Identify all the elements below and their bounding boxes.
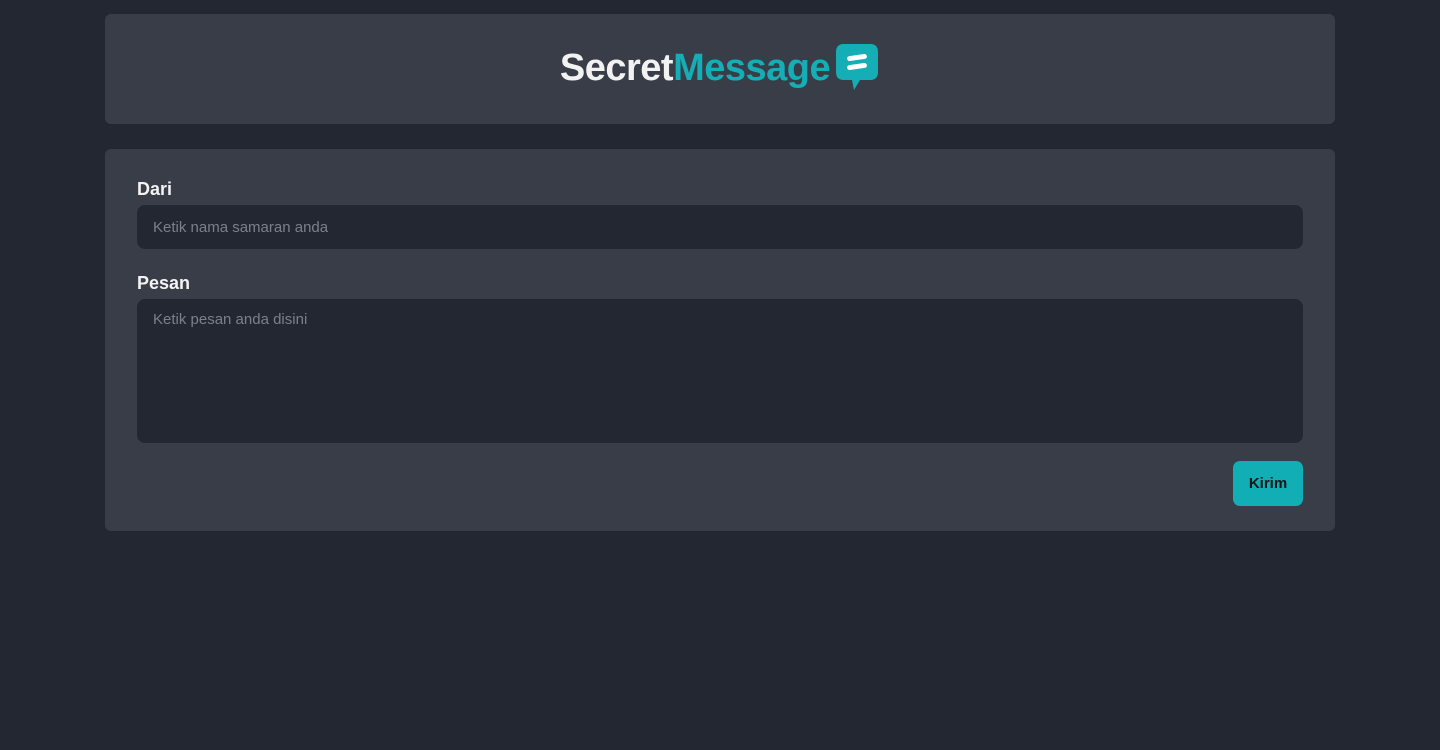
logo-text-secret: Secret xyxy=(559,47,674,89)
message-label: Pesan xyxy=(137,273,191,293)
message-form: Dari Pesan Kirim xyxy=(105,149,1335,531)
logo-text-message: Message xyxy=(673,47,831,89)
message-textarea[interactable] xyxy=(137,299,1303,443)
chat-bubble-icon xyxy=(836,44,879,90)
from-input[interactable] xyxy=(137,205,1303,249)
from-label: Dari xyxy=(137,179,173,199)
logo[interactable]: Secret Message xyxy=(560,42,880,94)
header: Secret Message xyxy=(105,14,1335,124)
send-button[interactable]: Kirim xyxy=(1233,461,1303,506)
